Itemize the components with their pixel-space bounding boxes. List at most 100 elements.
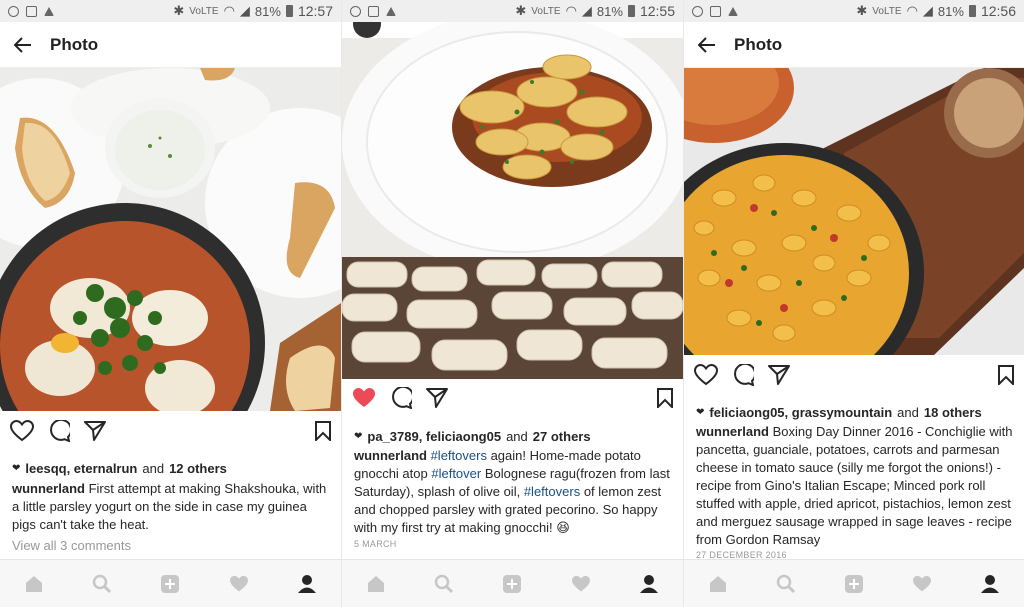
signal-icon: ◢ (581, 3, 592, 18)
bluetooth-icon: ✱ (856, 3, 868, 18)
post-actions (684, 355, 1024, 399)
search-icon[interactable] (433, 573, 455, 595)
whatsapp-icon (350, 5, 361, 17)
liked-by-users[interactable]: feliciaong05, grassymountain (709, 405, 892, 420)
profile-icon[interactable] (296, 573, 318, 595)
signal-icon: ◢ (239, 3, 250, 18)
volte-icon: VoLTE (531, 5, 561, 17)
likes-and: and (897, 405, 919, 420)
battery-percent: 81% (937, 3, 964, 19)
hashtag-link[interactable]: #leftovers (524, 484, 580, 499)
clock: 12:55 (639, 3, 675, 19)
upload-icon (728, 6, 738, 16)
profile-icon[interactable] (638, 573, 660, 595)
back-arrow-icon[interactable] (0, 22, 46, 68)
screenshot-collage: ✱ VoLTE ◠ ◢ 81% 12:57 Photo ❤ leesqq, et… (0, 0, 1024, 607)
upload-icon (44, 6, 54, 16)
battery-icon (627, 5, 635, 17)
app-bar: Photo (0, 22, 341, 68)
search-icon[interactable] (91, 573, 113, 595)
activity-heart-icon[interactable] (911, 573, 933, 595)
post-photo[interactable] (342, 22, 683, 379)
status-bar: ✱ VoLTE ◠ ◢ 81% 12:55 (342, 0, 683, 22)
post-photo[interactable] (0, 68, 341, 411)
volte-icon: VoLTE (189, 5, 219, 17)
bookmark-icon[interactable] (998, 364, 1014, 390)
share-icon[interactable] (84, 420, 106, 446)
battery-icon (968, 5, 976, 17)
wifi-icon: ◠ (223, 3, 235, 18)
post-caption: wunnerland Boxing Day Dinner 2016 - Conc… (696, 423, 1014, 549)
post-actions (342, 378, 683, 422)
pasta-photo-image (684, 68, 1024, 355)
share-icon[interactable] (426, 387, 448, 413)
add-post-icon[interactable] (843, 573, 865, 595)
battery-percent: 81% (596, 3, 623, 19)
image-icon (710, 5, 721, 17)
hashtag-link[interactable]: #leftover (431, 466, 481, 481)
wifi-icon: ◠ (906, 3, 918, 18)
caption-username[interactable]: wunnerland (12, 481, 85, 496)
home-icon[interactable] (23, 573, 45, 595)
clock: 12:56 (980, 3, 1016, 19)
shakshouka-photo-image (0, 68, 341, 411)
gnocchi-photo-image (342, 22, 683, 379)
phone-screen-2: ✱ VoLTE ◠ ◢ 81% 12:55 ❤ pa_3789, felicia… (342, 0, 683, 607)
page-title: Photo (50, 34, 99, 54)
comment-icon[interactable] (732, 362, 757, 391)
likes-line: ❤ feliciaong05, grassymountain and 18 ot… (696, 405, 1014, 420)
likes-others[interactable]: 27 others (533, 429, 591, 444)
bookmark-icon[interactable] (315, 420, 331, 446)
search-icon[interactable] (775, 573, 797, 595)
share-icon[interactable] (768, 364, 790, 390)
activity-heart-icon[interactable] (228, 573, 250, 595)
post-caption: wunnerland #leftovers again! Home-made p… (354, 447, 673, 537)
heart-icon[interactable] (9, 419, 35, 447)
profile-icon[interactable] (979, 573, 1001, 595)
add-post-icon[interactable] (501, 573, 523, 595)
comment-icon[interactable] (390, 385, 415, 414)
caption-username[interactable]: wunnerland (696, 424, 769, 439)
liked-by-users[interactable]: leesqq, eternalrun (25, 461, 137, 476)
caption-text: Boxing Day Dinner 2016 - Conchiglie with… (696, 424, 1013, 547)
page-title: Photo (734, 34, 783, 54)
bookmark-icon[interactable] (657, 387, 673, 413)
likes-others[interactable]: 18 others (924, 405, 982, 420)
likes-line: ❤ pa_3789, feliciaong05 and 27 others (354, 429, 673, 444)
hashtag-link[interactable]: #leftovers (431, 448, 487, 463)
whatsapp-icon (8, 5, 19, 17)
post-date: 5 MARCH (354, 539, 397, 549)
activity-heart-icon[interactable] (570, 573, 592, 595)
heart-icon[interactable] (693, 363, 719, 391)
home-icon[interactable] (707, 573, 729, 595)
post-caption: wunnerland First attempt at making Shaks… (12, 480, 331, 534)
bottom-nav (684, 559, 1024, 607)
post-actions (0, 411, 341, 455)
volte-icon: VoLTE (872, 5, 902, 17)
clock: 12:57 (297, 3, 333, 19)
bottom-nav (342, 559, 683, 607)
likes-others[interactable]: 12 others (169, 461, 227, 476)
view-all-comments-link[interactable]: View all 3 comments (12, 538, 131, 553)
home-icon[interactable] (365, 573, 387, 595)
signal-icon: ◢ (922, 3, 933, 18)
post-photo[interactable] (684, 68, 1024, 355)
image-icon (368, 5, 379, 17)
heart-filled-icon[interactable] (352, 387, 376, 414)
likes-and: and (506, 429, 528, 444)
back-arrow-icon[interactable] (684, 22, 730, 68)
comment-icon[interactable] (48, 418, 73, 447)
liked-by-users[interactable]: pa_3789, feliciaong05 (367, 429, 501, 444)
status-bar: ✱ VoLTE ◠ ◢ 81% 12:57 (0, 0, 341, 22)
image-icon (26, 5, 37, 17)
phone-screen-3: ✱ VoLTE ◠ ◢ 81% 12:56 Photo ❤ feliciaong… (684, 0, 1024, 607)
wifi-icon: ◠ (565, 3, 577, 18)
likes-line: ❤ leesqq, eternalrun and 12 others (12, 461, 331, 476)
bluetooth-icon: ✱ (173, 3, 185, 18)
add-post-icon[interactable] (159, 573, 181, 595)
battery-percent: 81% (254, 3, 281, 19)
app-bar: Photo (684, 22, 1024, 68)
caption-username[interactable]: wunnerland (354, 448, 427, 463)
small-heart-icon: ❤ (696, 407, 705, 418)
small-heart-icon: ❤ (354, 431, 363, 442)
